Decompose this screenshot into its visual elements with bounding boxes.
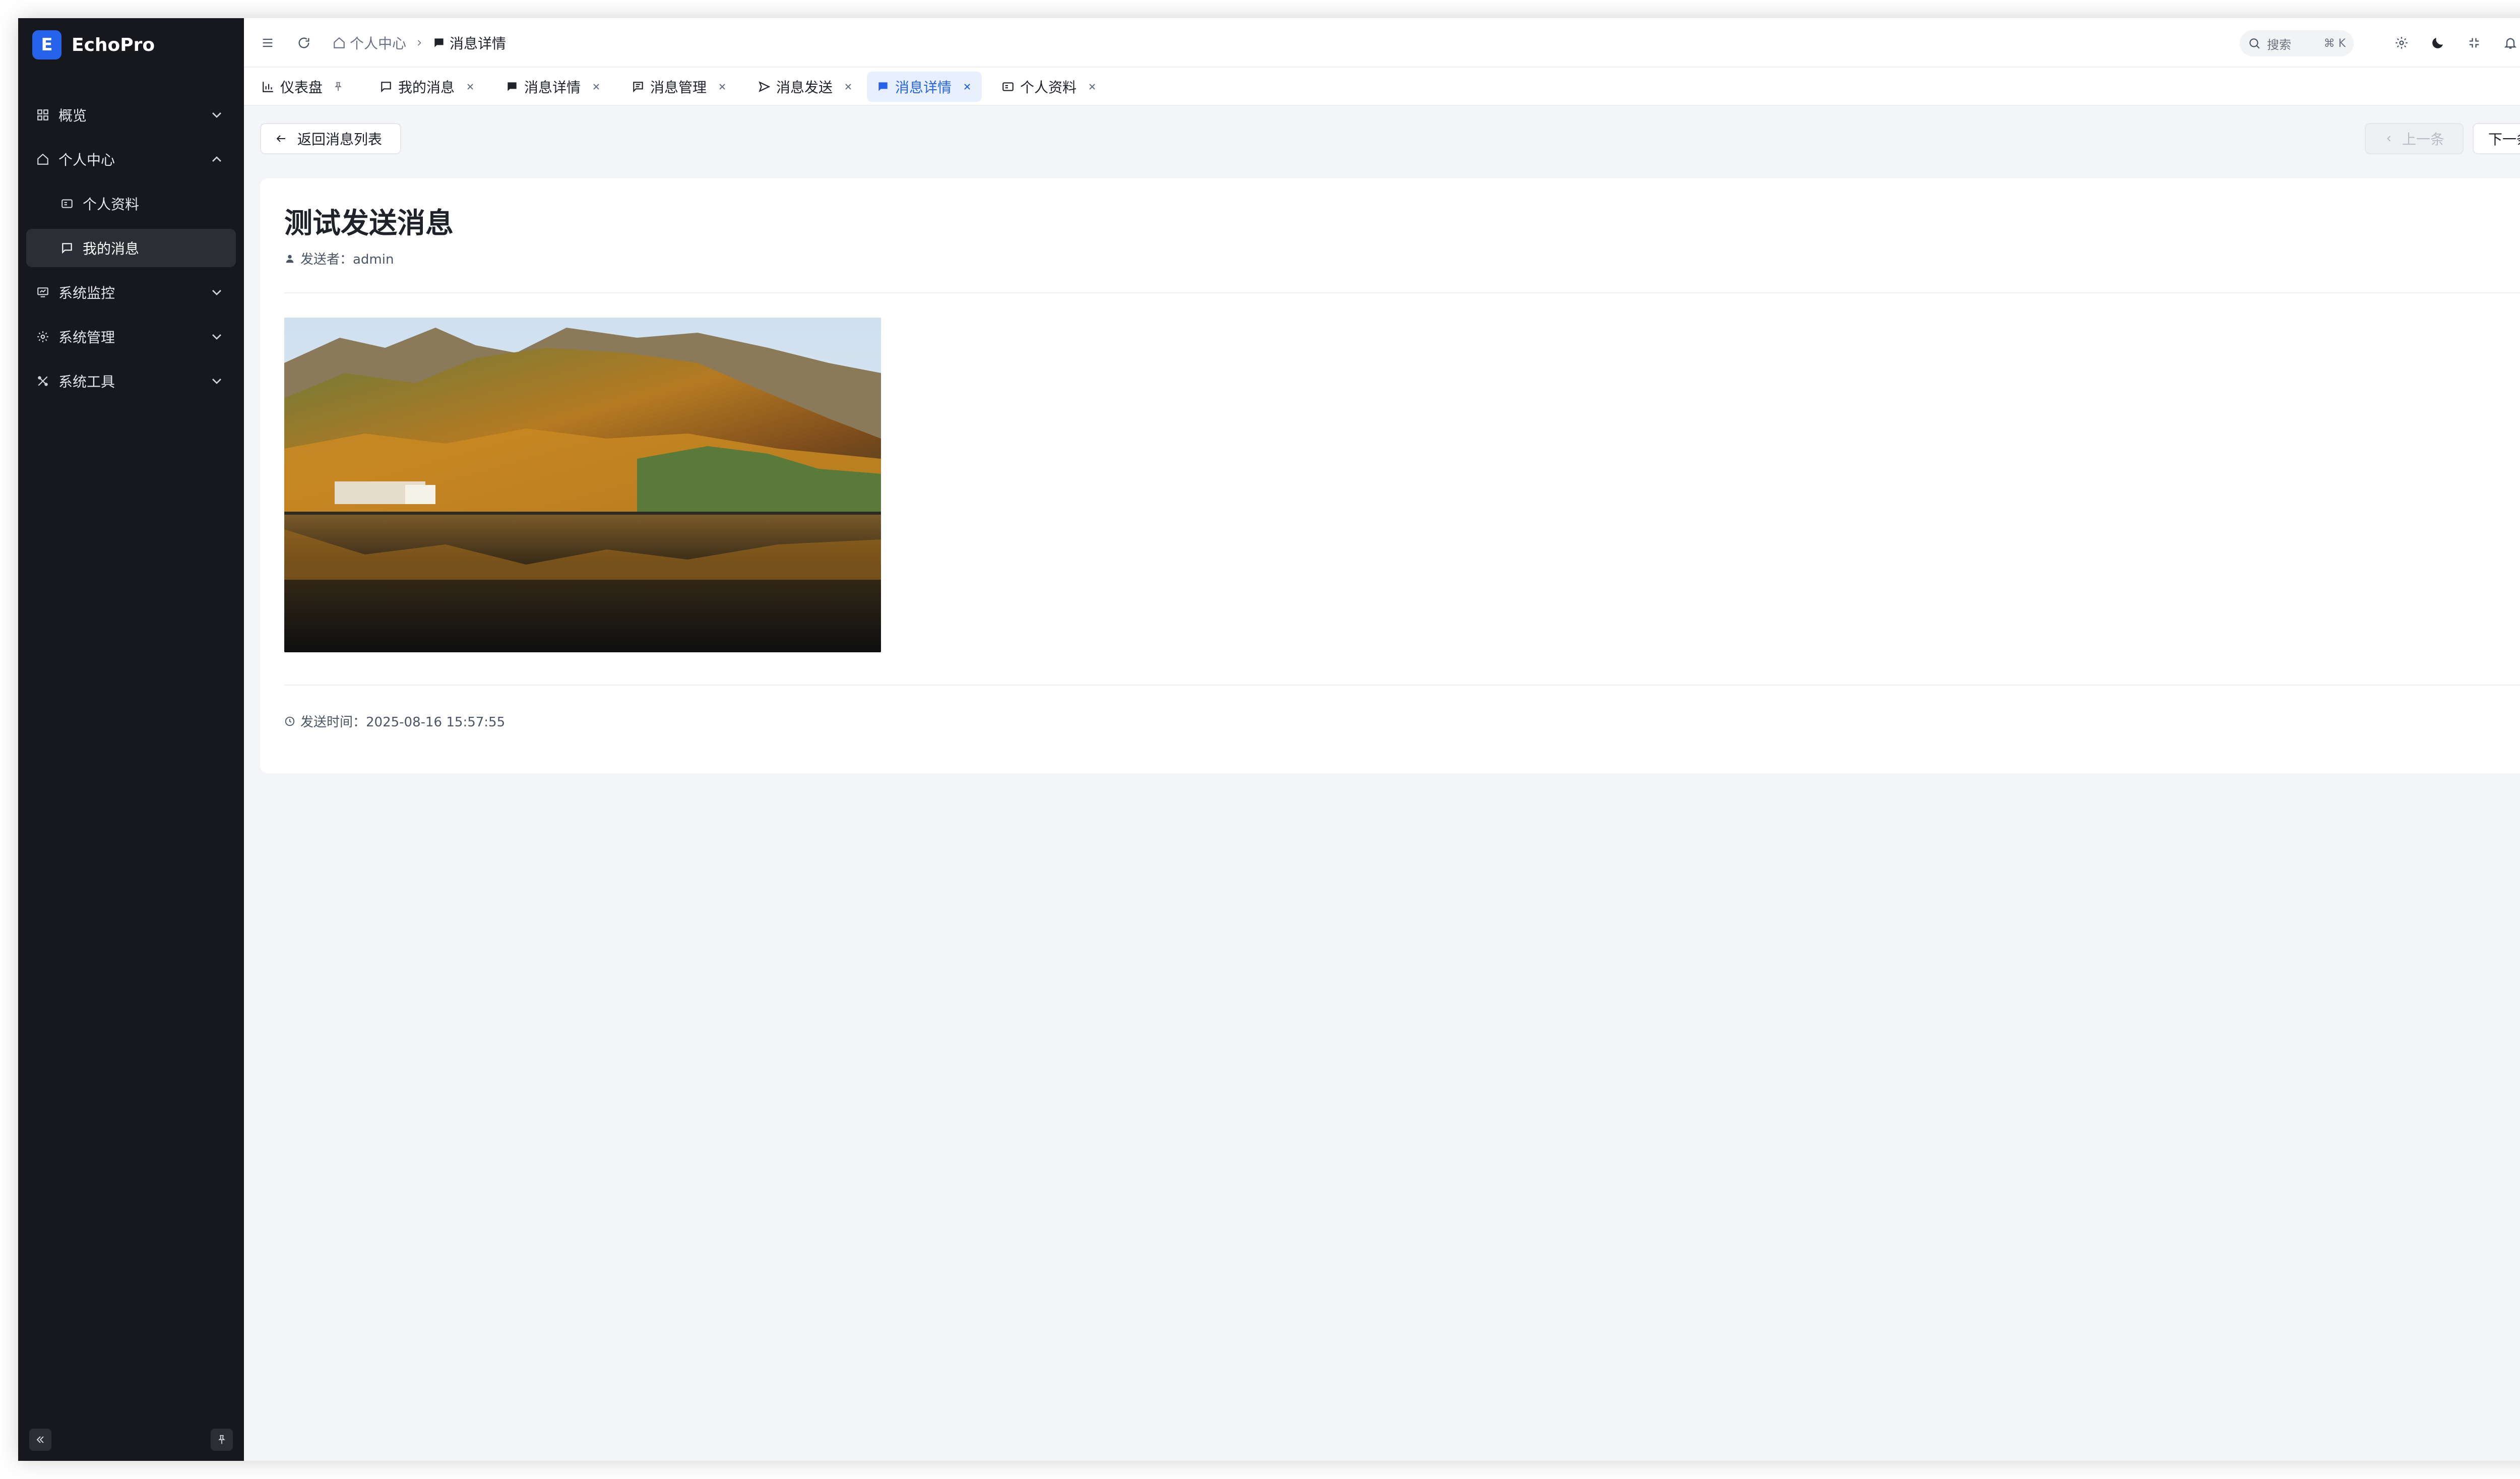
sidebar-item-label: 个人中心 [58,152,115,168]
search-button[interactable]: 搜索 ⌘ K [2240,30,2354,56]
prev-message-button[interactable]: 上一条 [2365,123,2464,154]
message-sent-time: 发送时间：2025-08-16 15:57:55 [284,712,505,730]
divider [284,292,2520,293]
close-icon[interactable] [1087,81,1098,92]
tab-message-management[interactable]: 消息管理 [622,72,737,102]
breadcrumb-item-personal-center[interactable]: 个人中心 [333,33,406,53]
message-sender: 发送者：admin [284,249,394,268]
chevron-up-icon [212,156,221,162]
sidebar-item-label: 系统工具 [58,374,115,390]
app-window: E EchoPro 概览 个人中心 个人资料 我的消息 系统监控 系统管理 系统… [18,18,2520,1461]
monitor-icon [35,285,50,300]
grid-icon [35,107,50,122]
refresh-icon [298,37,309,48]
sidebar-item-label: 系统监控 [58,285,115,301]
message-icon [59,240,75,256]
landscape-photo [284,318,881,652]
sidebar-item-system-monitor[interactable]: 系统监控 [26,273,236,312]
id-card-icon [1001,80,1015,94]
chevron-down-icon [212,334,221,340]
message-filled-icon [876,80,890,94]
message-filled-icon [505,80,519,94]
chart-icon [261,80,275,94]
fullscreen-icon [2469,38,2479,48]
fullscreen-button[interactable] [2465,33,2484,52]
tools-icon [35,374,50,389]
moon-icon [2432,38,2443,48]
breadcrumb-item-message-detail: 消息详情 [432,33,506,53]
pin-icon[interactable] [333,81,344,92]
search-shortcut: ⌘ K [2323,37,2346,50]
tab-message-detail-active[interactable]: 消息详情 [867,72,982,102]
breadcrumb: 个人中心 消息详情 [333,32,506,53]
chevron-down-icon [212,379,221,384]
sidebar-item-system-tools[interactable]: 系统工具 [26,362,236,400]
brand[interactable]: E EchoPro [32,29,155,60]
top-header: 个人中心 消息详情 搜索 ⌘ K [244,18,2520,68]
message-icon [379,80,393,94]
message-detail-card: 测试发送消息 发送者：admin 发送时间：2025-08-16 15:57:5… [260,178,2520,773]
menu-toggle-button[interactable] [258,33,277,52]
double-chevron-left-icon [36,1436,44,1443]
brand-name: EchoPro [72,34,155,55]
chevron-down-icon [212,112,221,118]
chevron-left-icon [2384,133,2395,144]
sidebar-item-system-management[interactable]: 系统管理 [26,318,236,356]
close-icon[interactable] [717,81,728,92]
user-icon [284,253,296,265]
close-icon[interactable] [591,81,602,92]
home-icon [35,152,50,167]
sidebar-item-label: 概览 [58,107,87,124]
close-icon[interactable] [465,81,476,92]
hamburger-icon [263,38,273,47]
gear-icon [35,329,50,344]
tab-dashboard[interactable]: 仪表盘 [252,72,353,102]
sidebar-item-personal-center[interactable]: 个人中心 [26,140,236,178]
search-placeholder: 搜索 [2267,37,2291,52]
divider [284,685,2520,686]
back-to-list-button[interactable]: 返回消息列表 [260,123,401,154]
tab-bar: 仪表盘 我的消息 消息详情 消息管理 消息发送 消息详情 个人资料 [244,68,2520,106]
next-message-button[interactable]: 下一条 [2473,123,2520,154]
sidebar-item-my-messages[interactable]: 我的消息 [26,229,236,267]
clock-icon [284,715,296,727]
message-image[interactable] [284,318,881,652]
sidebar: E EchoPro 概览 个人中心 个人资料 我的消息 系统监控 系统管理 系统… [18,18,244,1461]
settings-button[interactable] [2392,33,2411,52]
gear-icon [2396,37,2408,49]
arrow-left-icon [275,132,288,145]
tab-message-send[interactable]: 消息发送 [748,72,863,102]
sidebar-item-label: 系统管理 [58,329,115,346]
message-filled-icon [434,38,444,47]
refresh-button[interactable] [294,33,313,52]
chevron-right-icon [414,38,424,48]
theme-toggle-button[interactable] [2428,33,2447,52]
sidebar-item-profile[interactable]: 个人资料 [26,184,236,223]
sidebar-item-overview[interactable]: 概览 [26,96,236,134]
notification-button[interactable] [2501,33,2520,52]
close-icon[interactable] [962,81,973,92]
chat-list-icon [631,80,645,94]
pin-icon [218,1435,225,1444]
close-icon[interactable] [843,81,854,92]
send-icon [757,80,771,94]
pin-sidebar-button[interactable] [211,1429,233,1451]
tab-message-detail[interactable]: 消息详情 [496,72,611,102]
bell-icon [2504,38,2517,49]
home-icon [334,37,345,48]
search-icon [2249,38,2260,49]
sidebar-item-label: 我的消息 [83,240,140,257]
tab-profile[interactable]: 个人资料 [992,72,1107,102]
sidebar-item-label: 个人资料 [83,196,140,213]
echopro-logo-icon: E [32,30,61,59]
collapse-sidebar-button[interactable] [29,1429,51,1451]
message-title: 测试发送消息 [284,207,454,240]
id-card-icon [59,196,75,211]
tab-my-messages[interactable]: 我的消息 [370,72,485,102]
chevron-down-icon [212,290,221,295]
